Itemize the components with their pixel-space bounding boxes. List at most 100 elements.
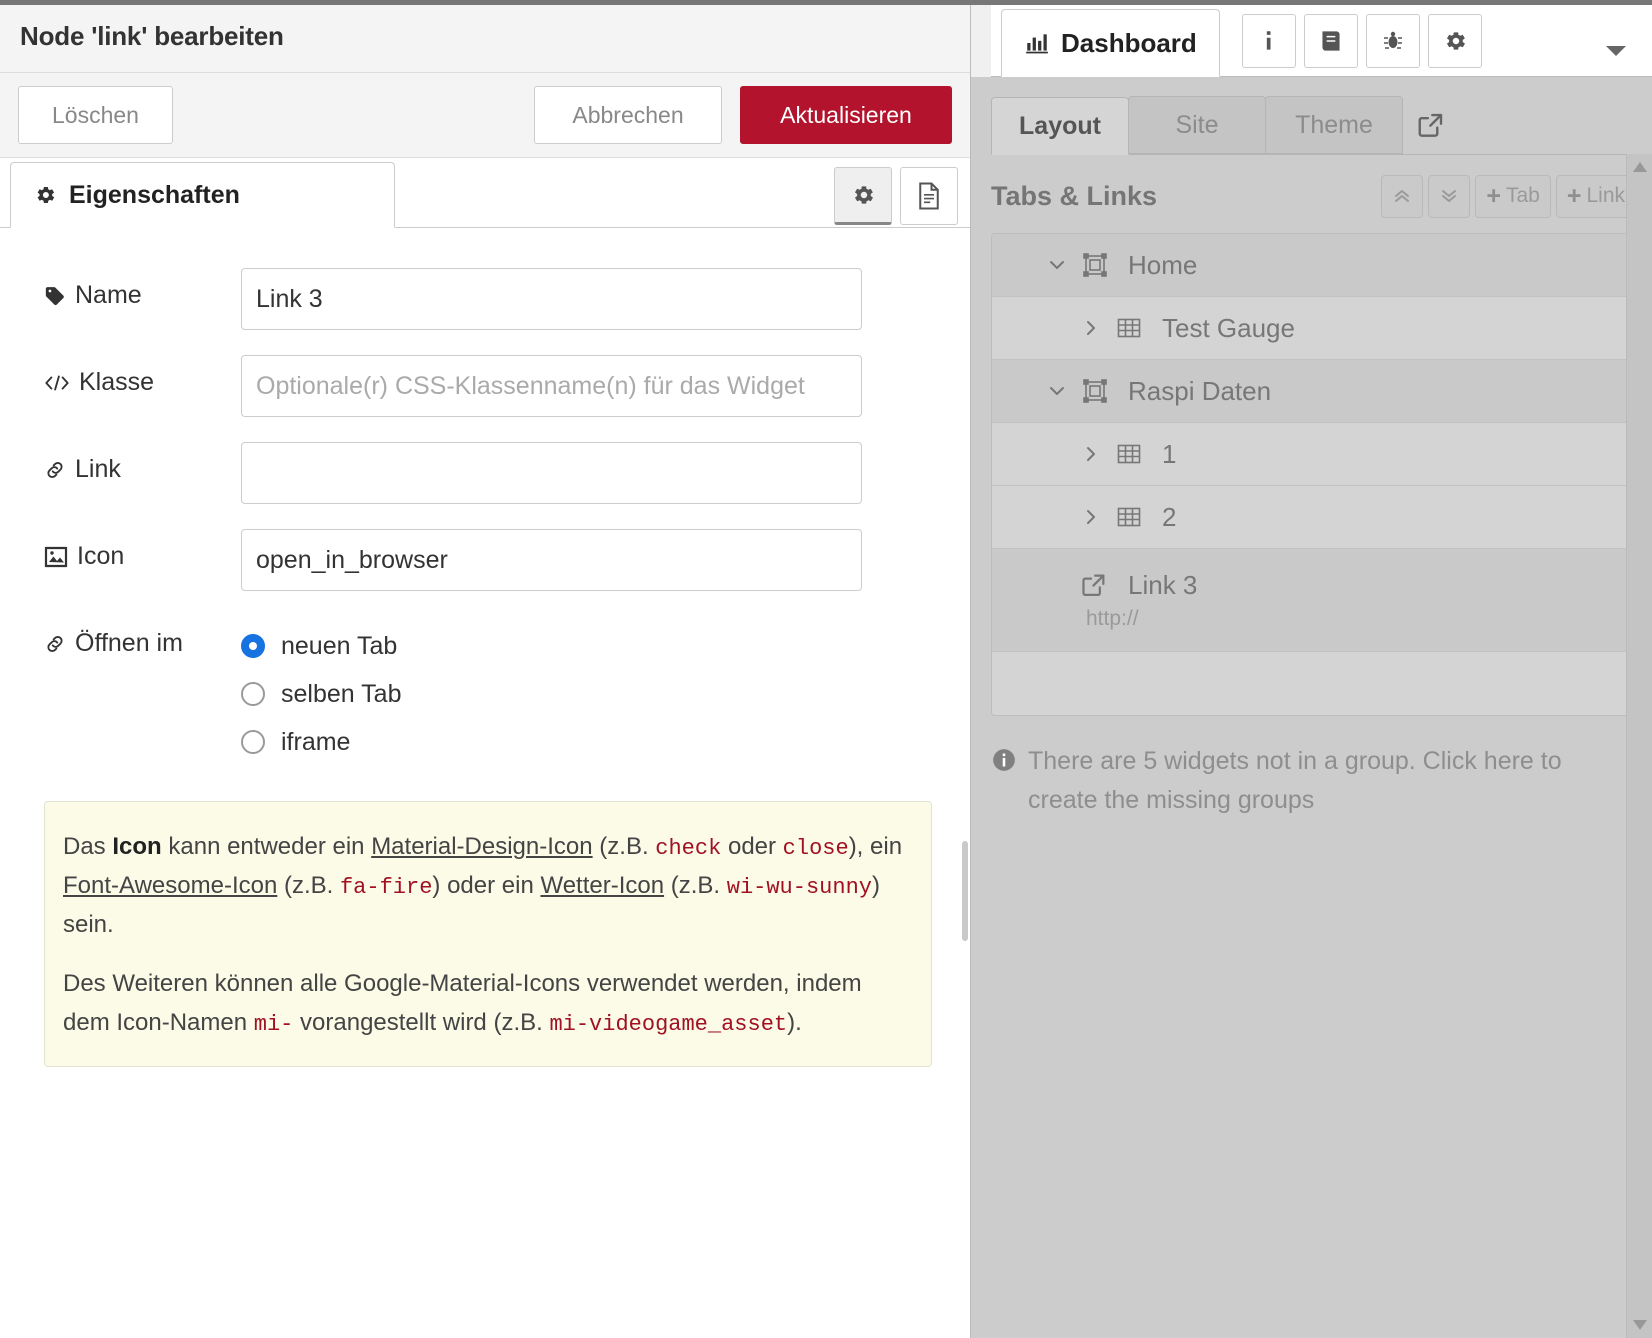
editor-tabstrip: Eigenschaften	[0, 158, 970, 228]
dashboard-sidebar: Dashboard Layout Site Theme Tabs & Links…	[971, 0, 1652, 1338]
plus-icon: +	[1566, 181, 1582, 210]
tabs-links-tree: Home Test Gauge Raspi Daten 1 2 Link 3 h…	[991, 233, 1636, 716]
help-underline: Material-Design-Icon	[371, 833, 593, 860]
label-text: Name	[75, 281, 142, 309]
sidebar-body: Layout Site Theme Tabs & Links + Tab + L…	[971, 77, 1652, 1338]
sidebar-scrollbar[interactable]	[1626, 154, 1652, 1338]
add-link-button[interactable]: + Link	[1555, 174, 1636, 218]
scroll-down-arrow[interactable]	[1627, 1312, 1652, 1338]
help-text: ), ein	[848, 833, 903, 860]
label-klasse: Klasse	[44, 355, 241, 397]
delete-button[interactable]: Löschen	[18, 86, 173, 144]
add-tab-button[interactable]: + Tab	[1475, 174, 1551, 218]
label-icon: Icon	[44, 529, 241, 571]
cancel-button[interactable]: Abbrechen	[534, 86, 722, 144]
add-link-label: Link	[1586, 184, 1625, 207]
link-icon	[44, 633, 66, 655]
editor-form-body: Name Klasse	[0, 228, 970, 1338]
subtab-layout[interactable]: Layout	[991, 97, 1129, 155]
radio-neuen-tab[interactable]: neuen Tab	[241, 622, 401, 670]
help-text: Das	[63, 833, 113, 860]
scroll-up-arrow[interactable]	[1627, 154, 1652, 180]
tree-row[interactable]: 2	[992, 486, 1635, 549]
editor-scrollbar-thumb[interactable]	[962, 841, 968, 941]
document-icon	[916, 181, 942, 211]
radio-indicator	[241, 730, 265, 754]
help-text: vorangestellt wird (z.B.	[293, 1008, 550, 1036]
radio-indicator	[241, 682, 265, 706]
window-top-strip	[0, 0, 1652, 5]
open-in-radio-group: neuen Tab selben Tab iframe	[241, 616, 401, 766]
chevron-down-icon[interactable]	[1046, 254, 1068, 276]
tree-drop-zone[interactable]	[992, 652, 1635, 715]
radio-selben-tab[interactable]: selben Tab	[241, 670, 401, 718]
info-icon	[991, 742, 1017, 820]
bug-icon[interactable]	[1365, 14, 1420, 68]
widgets-not-in-group-note[interactable]: There are 5 widgets not in a group. Clic…	[991, 742, 1636, 820]
subtab-theme[interactable]: Theme	[1265, 96, 1403, 154]
tab-eigenschaften[interactable]: Eigenschaften	[10, 162, 395, 228]
help-underline: Wetter-Icon	[540, 871, 665, 899]
editor-scrollbar[interactable]	[960, 228, 970, 1338]
radio-label: neuen Tab	[281, 631, 398, 660]
grid-icon	[1116, 442, 1142, 466]
app-root: Node 'link' bearbeiten Löschen Abbrechen…	[0, 0, 1652, 1338]
book-icon[interactable]	[1303, 14, 1358, 68]
grid-icon	[1116, 505, 1142, 529]
klasse-input[interactable]	[241, 355, 862, 417]
help-paragraph-1: Das Icon kann entweder ein Material-Desi…	[63, 828, 909, 945]
tree-row[interactable]: 1	[992, 423, 1635, 486]
chevron-down-icon[interactable]	[1602, 40, 1644, 76]
label-name: Name	[44, 268, 241, 310]
chevron-right-icon[interactable]	[1080, 443, 1102, 465]
icon-help-box: Das Icon kann entweder ein Material-Desi…	[44, 801, 932, 1068]
tabs-links-buttons: + Tab + Link	[1381, 174, 1636, 218]
tree-label: Home	[1128, 249, 1198, 280]
subtab-site[interactable]: Site	[1128, 96, 1266, 154]
tree-label: 2	[1162, 501, 1177, 532]
radio-label: iframe	[281, 727, 351, 756]
tree-row[interactable]: Home	[992, 234, 1635, 297]
editor-titlebar: Node 'link' bearbeiten	[0, 0, 970, 73]
code-icon	[44, 373, 70, 393]
open-external-icon[interactable]	[1402, 96, 1460, 154]
tree-row[interactable]: Raspi Daten	[992, 360, 1635, 423]
help-code: fa-fire	[339, 874, 433, 900]
form-row-icon: Icon	[0, 529, 970, 591]
gear-icon[interactable]	[1427, 14, 1482, 68]
name-input[interactable]	[241, 268, 862, 330]
link-input[interactable]	[241, 442, 862, 504]
update-button[interactable]: Aktualisieren	[740, 86, 952, 144]
radio-indicator	[241, 634, 265, 658]
tabs-links-header: Tabs & Links + Tab + Link	[991, 165, 1636, 227]
tab-group-icon	[1082, 378, 1108, 404]
collapse-all-button[interactable]	[1381, 174, 1424, 218]
label-link: Link	[44, 442, 241, 484]
form-row-klasse: Klasse	[0, 355, 970, 417]
chevron-right-icon[interactable]	[1080, 506, 1102, 528]
info-icon[interactable]	[1241, 14, 1296, 68]
tree-label: Raspi Daten	[1128, 375, 1272, 406]
radio-iframe[interactable]: iframe	[241, 718, 401, 766]
chevron-double-down-icon	[1439, 186, 1459, 206]
tree-link-main: Link 3	[1080, 570, 1197, 601]
tree-label: Test Gauge	[1162, 312, 1295, 343]
chevron-right-icon[interactable]	[1080, 317, 1102, 339]
tree-row[interactable]: Link 3 http://	[992, 549, 1635, 652]
settings-toggle-button[interactable]	[834, 167, 892, 225]
chevron-down-icon[interactable]	[1046, 380, 1068, 402]
form-row-open-in: Öffnen im neuen Tab selben Tab iframe	[0, 616, 970, 766]
tree-label: 1	[1162, 438, 1177, 469]
description-toggle-button[interactable]	[900, 167, 958, 225]
label-text: Icon	[77, 542, 125, 570]
tree-row[interactable]: Test Gauge	[992, 297, 1635, 360]
tab-dashboard[interactable]: Dashboard	[1001, 9, 1220, 77]
help-text: ) oder ein	[432, 871, 541, 899]
tree-label: Link 3	[1128, 569, 1198, 600]
expand-all-button[interactable]	[1428, 174, 1471, 218]
help-bold: Icon	[112, 833, 162, 860]
sidebar-subtabs: Layout Site Theme	[991, 95, 1636, 155]
help-underline: Font-Awesome-Icon	[63, 871, 278, 899]
label-text: Klasse	[79, 368, 155, 396]
icon-input[interactable]	[241, 529, 862, 591]
